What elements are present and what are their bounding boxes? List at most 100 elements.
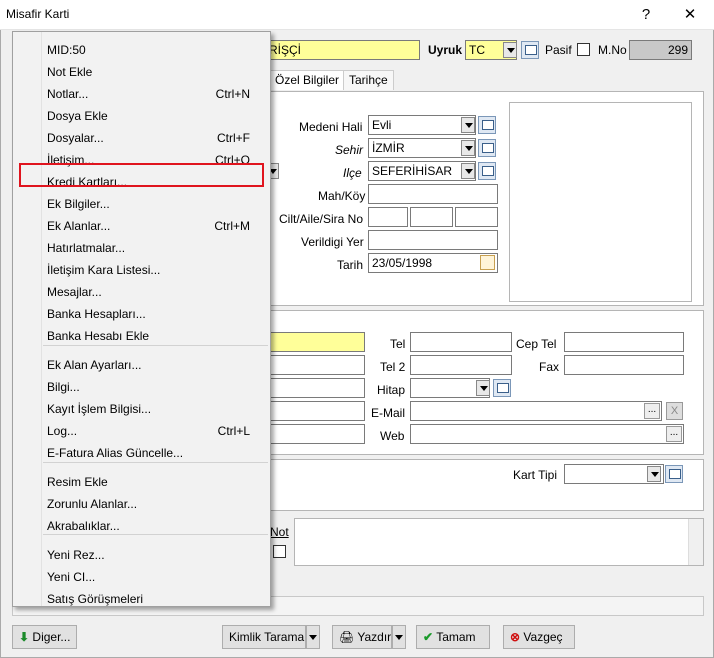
contact-field-3[interactable] [265, 378, 365, 398]
aile-field[interactable] [410, 207, 453, 227]
verildigi-field[interactable] [368, 230, 498, 250]
menu-item[interactable]: Yeni CI... [13, 567, 270, 587]
fax-field[interactable] [564, 355, 684, 375]
menu-item[interactable]: Notlar... Ctrl+N [13, 84, 270, 104]
yazdir-button[interactable]: 🖨 Yazdır [332, 625, 392, 649]
chevron-down-icon [395, 635, 403, 640]
cilt-field[interactable] [368, 207, 408, 227]
tarih-field[interactable]: 23/05/1998 [368, 253, 498, 273]
lookup-icon[interactable] [478, 116, 496, 134]
web-field[interactable] [410, 424, 684, 444]
sehir-select[interactable]: İZMİR [368, 138, 476, 158]
chevron-down-icon[interactable] [461, 140, 475, 156]
menu-item-shortcut: Ctrl+M [214, 219, 250, 233]
not-checkbox[interactable] [273, 545, 286, 558]
lookup-icon[interactable] [493, 379, 511, 397]
close-button[interactable]: ✕ [678, 4, 702, 26]
tel-label: Tel [390, 337, 406, 351]
lookup-icon[interactable] [521, 41, 539, 59]
tab-tarihce[interactable]: Tarihçe [343, 70, 394, 90]
menu-item[interactable]: Banka Hesapları... [13, 304, 270, 324]
contact-field-4[interactable] [265, 401, 365, 421]
menu-item[interactable]: Ek Bilgiler... [13, 194, 270, 214]
menu-item-label: Mesajlar... [47, 285, 102, 299]
lookup-icon[interactable] [478, 139, 496, 157]
kimlik-tarama-button[interactable]: Kimlik Tarama [222, 625, 306, 649]
menu-item[interactable]: Satış Görüşmeleri [13, 589, 270, 609]
medeni-select[interactable]: Evli [368, 115, 476, 135]
menu-item[interactable]: Ek Alan Ayarları... [13, 355, 270, 375]
highlight-box [19, 163, 264, 187]
diger-button[interactable]: ⬇ Diger... [12, 625, 78, 649]
menu-item-label: Dosya Ekle [47, 109, 108, 123]
help-button[interactable]: ? [634, 4, 658, 26]
menu-item[interactable]: Log... Ctrl+L [13, 421, 270, 441]
contact-field-2[interactable] [265, 355, 365, 375]
calendar-icon[interactable] [480, 255, 495, 270]
kimlik-dropdown-button[interactable] [306, 625, 320, 649]
tel2-field[interactable] [410, 355, 512, 375]
fax-label: Fax [539, 360, 560, 374]
yazdir-dropdown-button[interactable] [392, 625, 406, 649]
menu-item[interactable]: Dosya Ekle [13, 106, 270, 126]
menu-item[interactable]: Yeni Rez... [13, 545, 270, 565]
tab-ozel-bilgiler[interactable]: Özel Bilgiler [269, 70, 346, 90]
menu-item-label: Ek Alan Ayarları... [47, 358, 142, 372]
hitap-label: Hitap [377, 383, 406, 397]
menu-item[interactable]: Mesajlar... [13, 282, 270, 302]
menu-item-label: MID:50 [47, 43, 86, 57]
menu-item[interactable]: Akrabalıklar... [13, 516, 270, 536]
web-browse-button[interactable]: ... [666, 426, 682, 442]
chevron-down-icon[interactable] [647, 466, 661, 482]
chevron-down-icon[interactable] [461, 163, 475, 179]
menu-item-label: Satış Görüşmeleri [47, 592, 144, 606]
menu-item[interactable]: Bilgi... [13, 377, 270, 397]
printer-icon: 🖨 [339, 630, 355, 644]
menu-item[interactable]: E-Fatura Alias Güncelle... [13, 443, 270, 463]
uyruk-label: Uyruk [428, 43, 463, 57]
menu-item-label: Not Ekle [47, 65, 93, 79]
email-clear-button[interactable]: X [666, 402, 683, 420]
menu-item[interactable]: İletişim Kara Listesi... [13, 260, 270, 280]
chevron-down-icon[interactable] [503, 42, 517, 58]
menu-item[interactable]: Zorunlu Alanlar... [13, 494, 270, 514]
lookup-icon[interactable] [665, 465, 683, 483]
menu-item-shortcut: Ctrl+F [217, 131, 250, 145]
name-field[interactable]: RİŞÇİ [265, 40, 420, 60]
pasif-checkbox[interactable] [577, 43, 590, 56]
menu-item[interactable]: Dosyalar... Ctrl+F [13, 128, 270, 148]
chevron-down-icon[interactable] [476, 380, 490, 396]
menu-item[interactable]: Not Ekle [13, 62, 270, 82]
email-field[interactable] [410, 401, 662, 421]
menu-item[interactable]: Resim Ekle [13, 472, 270, 492]
sira-field[interactable] [455, 207, 498, 227]
menu-item-label: Yeni Rez... [47, 548, 105, 562]
mah-label: Mah/Köy [318, 189, 366, 203]
vazgec-button[interactable]: ⊗ Vazgeç [503, 625, 575, 649]
not-textarea[interactable] [294, 518, 704, 566]
menu-item[interactable]: Hatırlatmalar... [13, 238, 270, 258]
mah-field[interactable] [368, 184, 498, 204]
menu-item-label: Kayıt İşlem Bilgisi... [47, 402, 152, 416]
not-scrollbar[interactable] [688, 519, 703, 565]
menu-separator [43, 462, 268, 463]
email-browse-button[interactable]: ... [644, 403, 660, 419]
menu-item-label: Log... [47, 424, 78, 438]
menu-item[interactable]: Kayıt İşlem Bilgisi... [13, 399, 270, 419]
contact-field-5[interactable] [265, 424, 365, 444]
menu-item-label: Hatırlatmalar... [47, 241, 126, 255]
menu-item-label: Notlar... [47, 87, 89, 101]
menu-item-label: Bilgi... [47, 380, 80, 394]
chevron-down-icon[interactable] [461, 117, 475, 133]
ilce-select[interactable]: SEFERİHİSAR [368, 161, 476, 181]
menu-item[interactable]: Ek Alanlar... Ctrl+M [13, 216, 270, 236]
contact-name-field[interactable] [265, 332, 365, 352]
menu-item[interactable]: Banka Hesabı Ekle [13, 326, 270, 346]
tel-field[interactable] [410, 332, 512, 352]
tarih-label: Tarih [337, 258, 364, 272]
lookup-icon[interactable] [478, 162, 496, 180]
cep-field[interactable] [564, 332, 684, 352]
menu-item[interactable]: MID:50 [13, 40, 270, 60]
tamam-button[interactable]: ✔ Tamam [416, 625, 490, 649]
menu-item-label: Banka Hesapları... [47, 307, 146, 321]
